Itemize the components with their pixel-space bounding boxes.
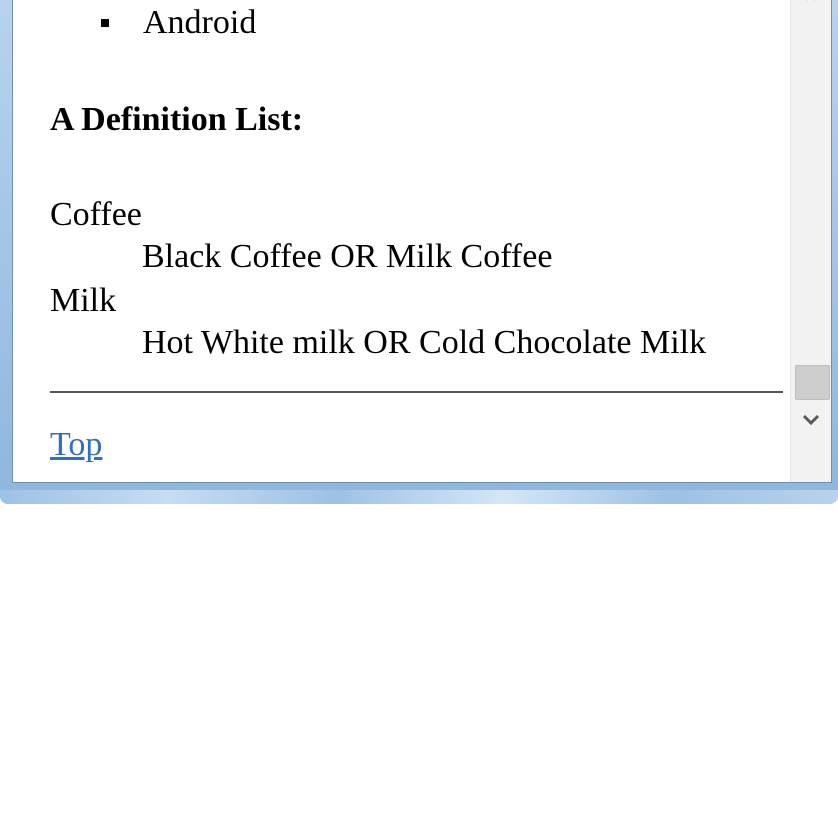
horizontal-rule: [50, 391, 783, 393]
definition-list-heading: A Definition List:: [50, 101, 304, 138]
page-viewport: Android A Definition List: Coffee Black …: [12, 0, 832, 483]
list-item: Android: [101, 3, 256, 43]
definition-term-milk: Milk: [50, 282, 117, 319]
browser-window-frame: Android A Definition List: Coffee Black …: [0, 0, 838, 504]
definition-term-coffee: Coffee: [50, 196, 142, 233]
scrollbar-thumb[interactable]: [795, 365, 830, 400]
vertical-scrollbar[interactable]: ⌃: [790, 0, 831, 482]
scroll-down-button[interactable]: [791, 402, 831, 438]
top-link[interactable]: Top: [50, 425, 102, 465]
list-item-text: Android: [143, 4, 257, 41]
scroll-up-button[interactable]: ⌃: [791, 0, 831, 22]
definition-description-milk: Hot White milk OR Cold Chocolate Milk: [142, 324, 707, 361]
chevron-down-icon: [802, 414, 820, 426]
page-content: Android A Definition List: Coffee Black …: [13, 0, 789, 482]
unordered-list: Android: [101, 3, 256, 43]
chevron-up-icon: ⌃: [801, 0, 821, 17]
bullet-square-icon: [101, 19, 109, 27]
definition-list: Coffee Black Coffee OR Milk Coffee Milk …: [50, 195, 706, 367]
definition-description-coffee: Black Coffee OR Milk Coffee: [142, 238, 553, 275]
